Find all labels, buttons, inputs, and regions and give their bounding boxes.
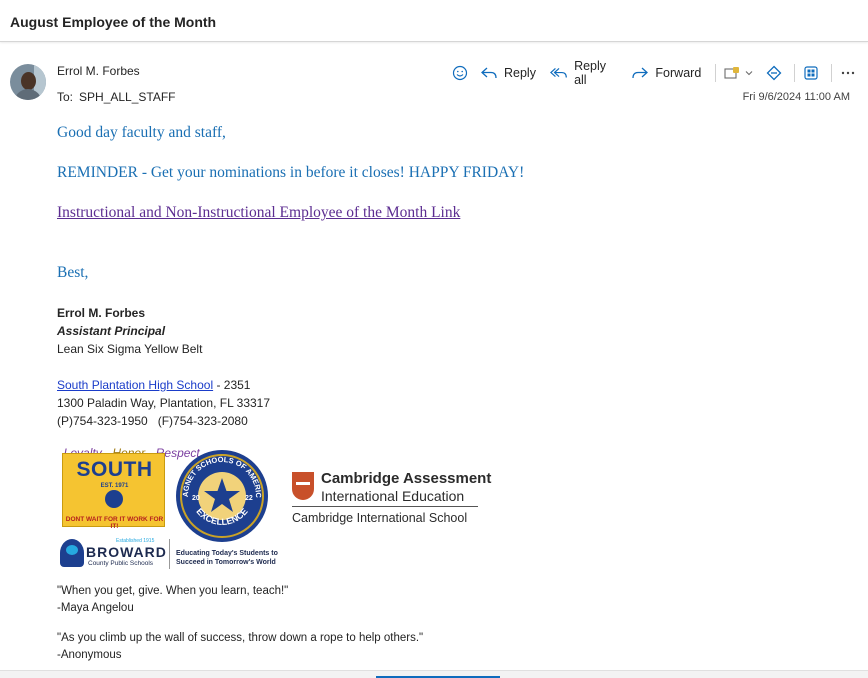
- reminder-text: REMINDER - Get your nominations in befor…: [57, 164, 525, 181]
- apps-button[interactable]: [803, 65, 819, 81]
- paladin-mascot-icon: [105, 490, 123, 508]
- south-logo-est: EST. 1971: [100, 483, 129, 489]
- recipient-name[interactable]: SPH_ALL_STAFF: [79, 90, 175, 104]
- magnet-schools-seal: MAGNET SCHOOLS OF AMERICA EXCELLENCE 20 …: [170, 448, 268, 542]
- ellipsis-icon: [841, 71, 855, 75]
- reply-all-icon: [549, 68, 567, 78]
- grid-icon: [804, 66, 818, 80]
- broward-divider: [169, 539, 170, 569]
- quote-text-2: "As you climb up the wall of success, th…: [57, 632, 424, 644]
- broward-tagline-2: Succeed in Tomorrow's World: [176, 559, 276, 566]
- reply-all-label: Reply all: [574, 59, 607, 87]
- smiley-icon: [452, 65, 468, 81]
- toolbar-divider-2: [794, 64, 796, 82]
- quote-text: "When you get, give. When you learn, tea…: [57, 585, 289, 597]
- forward-label: Forward: [655, 66, 702, 80]
- signature-name: Errol M. Forbes: [57, 306, 146, 320]
- reply-icon: [481, 67, 497, 79]
- signature-phone: (P)754-323-1950 (F)754-323-2080: [57, 414, 248, 428]
- message-toolbar: Reply Reply all Forward: [452, 59, 868, 87]
- cambridge-line1: Cambridge Assessment: [321, 470, 492, 487]
- reply-label: Reply: [504, 66, 536, 80]
- school-link[interactable]: South Plantation High School: [57, 378, 213, 392]
- quote-author: -Maya Angelou: [57, 602, 134, 614]
- seal-year-right: 22: [245, 495, 253, 502]
- to-label: To:: [57, 90, 74, 104]
- forward-icon: [632, 67, 649, 79]
- cambridge-logo: Cambridge Assessment International Educa…: [290, 468, 491, 530]
- teams-share-button[interactable]: [724, 66, 754, 80]
- emoji-react-button[interactable]: [452, 65, 468, 81]
- broward-sub: County Public Schools: [88, 560, 154, 567]
- school-number: - 2351: [213, 378, 251, 392]
- south-logo: SOUTH EST. 1971 DONT WAIT FOR IT WORK FO…: [62, 453, 165, 530]
- signature-certification: Lean Six Sigma Yellow Belt: [57, 342, 203, 356]
- sender-avatar[interactable]: [10, 64, 46, 100]
- broward-name: BROWARD: [86, 544, 167, 560]
- sender-name[interactable]: Errol M. Forbes: [57, 64, 140, 78]
- toolbar-divider: [715, 64, 717, 82]
- broward-emblem-icon: [60, 539, 84, 567]
- cambridge-divider: [292, 506, 478, 507]
- reply-all-button[interactable]: Reply all: [549, 59, 617, 87]
- forward-button[interactable]: Forward: [631, 66, 701, 80]
- loop-icon: [766, 65, 782, 81]
- broward-tagline-1: Educating Today's Students to: [176, 550, 278, 557]
- seal-year-left: 20: [192, 495, 200, 502]
- subject-bar: August Employee of the Month: [0, 0, 868, 42]
- south-logo-tagline: DONT WAIT FOR IT WORK FOR IT!: [65, 516, 164, 530]
- more-actions-button[interactable]: [840, 65, 856, 81]
- email-subject: August Employee of the Month: [10, 14, 217, 30]
- signature-title: Assistant Principal: [57, 324, 166, 338]
- loop-button[interactable]: [766, 65, 782, 81]
- quote-author-2: -Anonymous: [57, 649, 122, 661]
- cambridge-shield-icon: [292, 472, 314, 500]
- toolbar-divider-3: [831, 64, 832, 82]
- reply-button[interactable]: Reply: [480, 66, 536, 80]
- south-logo-name: SOUTH: [76, 458, 153, 481]
- email-date: Fri 9/6/2024 11:00 AM: [742, 91, 850, 103]
- nomination-link[interactable]: Instructional and Non-Instructional Empl…: [57, 204, 460, 222]
- signature-address: 1300 Paladin Way, Plantation, FL 33317: [57, 396, 271, 410]
- greeting-text: Good day faculty and staff,: [57, 124, 226, 141]
- signature-school-line: South Plantation High School - 2351: [57, 378, 250, 392]
- recipient-line: To: SPH_ALL_STAFF: [57, 90, 176, 104]
- cambridge-line3: Cambridge International School: [292, 511, 468, 525]
- broward-logo: Established 1915 BROWARD County Public S…: [58, 537, 280, 573]
- closing-text: Best,: [57, 264, 89, 281]
- teams-icon: [724, 67, 740, 79]
- cambridge-line2: International Education: [321, 488, 465, 504]
- chevron-down-icon: [745, 71, 753, 76]
